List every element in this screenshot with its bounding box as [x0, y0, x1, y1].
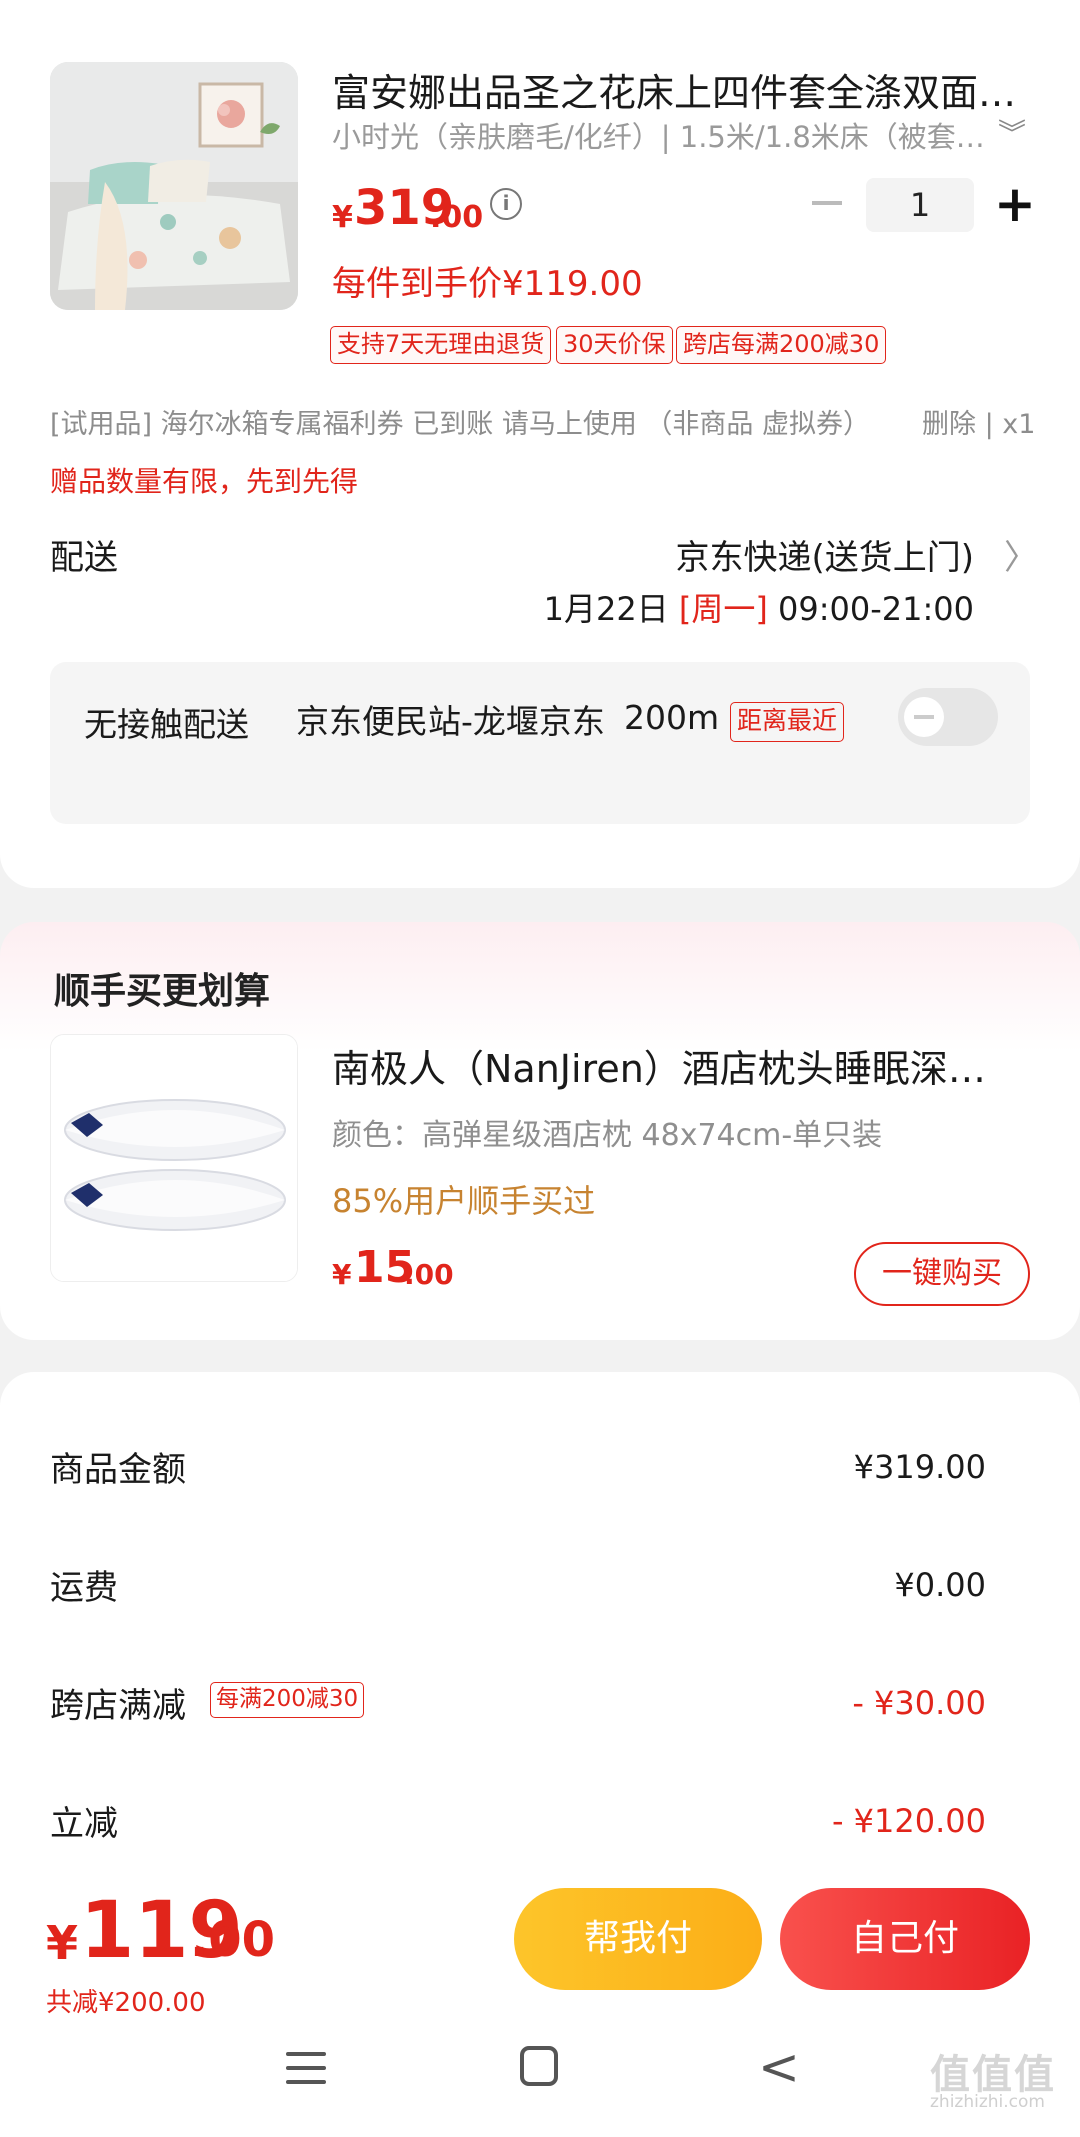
instant-discount-label: 立减 [50, 1804, 118, 1844]
contactless-toggle[interactable] [898, 688, 998, 746]
delivery-time[interactable]: 1月22日 [周一] 09:00-21:00 [544, 584, 974, 630]
gift-delete-button[interactable]: 删除 | x1 [922, 402, 1035, 441]
quantity-increase-button[interactable]: + [994, 176, 1036, 232]
recommend-spec: 颜色：高弹星级酒店枕 48x74cm-单只装 [332, 1118, 883, 1153]
back-icon[interactable]: < [758, 2042, 800, 2092]
home-icon[interactable] [520, 2046, 558, 2086]
product-title[interactable]: 富安娜出品圣之花床上四件套全涤双面磨毛 [332, 62, 1032, 117]
delivery-date: 1月22日 [543, 590, 679, 628]
delivery-weekday: [周一] [678, 590, 768, 628]
chevron-down-icon[interactable]: ︾ [998, 112, 1026, 152]
delivery-label: 配送 [50, 538, 118, 578]
per-unit-price: 每件到手价¥119.00 [332, 264, 643, 304]
tag-price-protect: 30天价保 [556, 326, 673, 364]
recommend-title[interactable]: 南极人（NanJiren）酒店枕头睡眠深度护颈枕芯 [332, 1038, 1012, 1093]
recommend-card: 顺手买更划算 南极人（NanJiren）酒店枕头睡眠深度护颈枕芯 颜色：高弹星级… [0, 922, 1080, 1340]
gift-limit-notice: 赠品数量有限，先到先得 [50, 465, 359, 498]
product-card: 富安娜出品圣之花床上四件套全涤双面磨毛 小时光（亲肤磨毛/化纤）| 1.5米/1… [0, 0, 1080, 888]
checkout-bar: ¥ 119 .00 共减¥200.00 帮我付 自己付 < 值值值 zhizhi… [0, 1872, 1080, 2137]
quantity-decrease-button[interactable] [812, 201, 842, 205]
product-image[interactable] [50, 62, 298, 310]
contactless-delivery-box: 无接触配送 京东便民站-龙堰京东 200m 距离最近 [50, 662, 1030, 824]
nearest-badge: 距离最近 [730, 702, 845, 742]
toggle-knob [904, 697, 944, 737]
recommend-price-symbol: ¥ [332, 1258, 352, 1291]
total-decimal: .00 [190, 1912, 276, 1968]
menu-icon[interactable] [286, 2050, 326, 2086]
product-spec[interactable]: 小时光（亲肤磨毛/化纤）| 1.5米/1.8米床（被套220x240cm） [332, 114, 992, 156]
goods-amount-value: ¥319.00 [853, 1448, 986, 1486]
price-symbol: ¥ [332, 200, 353, 235]
pickup-station: 京东便民站-龙堰京东 [296, 702, 605, 741]
tag-return-policy: 支持7天无理由退货 [330, 326, 552, 364]
watermark-url: zhizhizhi.com [930, 2092, 1045, 2112]
recommend-popularity: 85%用户顺手买过 [332, 1182, 596, 1220]
info-icon[interactable]: i [490, 188, 522, 220]
freight-value: ¥0.00 [894, 1566, 986, 1604]
recommend-price-decimal: .00 [404, 1258, 454, 1291]
crossstore-label: 跨店满减 [50, 1686, 186, 1726]
delivery-timeslot: 09:00-21:00 [767, 590, 974, 628]
total-symbol: ¥ [46, 1916, 79, 1970]
price-decimal: .00 [430, 200, 484, 235]
price-summary-card: 商品金额 ¥319.00 运费 ¥0.00 跨店满减 每满200减30 - ¥3… [0, 1372, 1080, 1872]
gift-item-text: [试用品] 海尔冰箱专属福利券 已到账 请马上使用 （非商品 虚拟券） [50, 409, 870, 440]
instant-discount-value: - ¥120.00 [831, 1802, 986, 1840]
crossstore-tag: 每满200减30 [210, 1682, 365, 1718]
section-title: 顺手买更划算 [54, 971, 271, 1012]
station-distance: 200m [624, 698, 720, 737]
goods-amount-label: 商品金额 [50, 1450, 186, 1490]
help-me-pay-button[interactable]: 帮我付 [514, 1888, 762, 1990]
quantity-input[interactable]: 1 [866, 178, 974, 232]
delivery-mode[interactable]: 京东快递(送货上门) [675, 530, 974, 579]
contactless-label: 无接触配送 [84, 705, 249, 744]
chevron-right-icon[interactable]: 〉 [1004, 530, 1038, 579]
total-saved: 共减¥200.00 [46, 1988, 206, 2018]
freight-label: 运费 [50, 1568, 118, 1608]
crossstore-value: - ¥30.00 [852, 1684, 986, 1722]
one-click-buy-button[interactable]: 一键购买 [854, 1242, 1030, 1306]
recommend-product-image[interactable] [50, 1034, 298, 1282]
tag-crossstore-discount: 跨店每满200减30 [676, 326, 887, 364]
pay-myself-button[interactable]: 自己付 [780, 1888, 1030, 1990]
